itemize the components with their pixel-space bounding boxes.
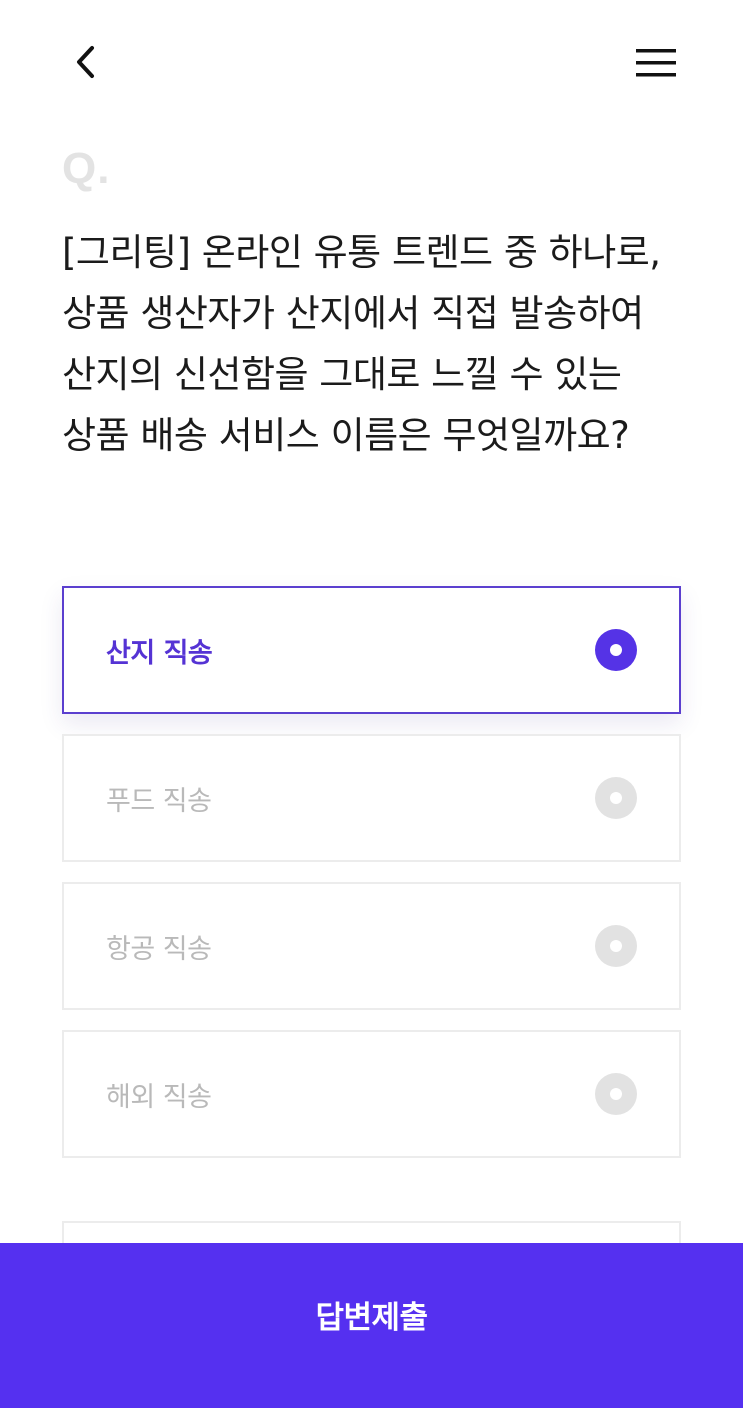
answer-option-3[interactable]: 항공 직송: [62, 882, 681, 1010]
option-label: 산지 직송: [106, 637, 213, 669]
option-label: 항공 직송: [106, 933, 212, 965]
option-label: 해외 직송: [106, 1081, 212, 1113]
back-button[interactable]: [62, 38, 110, 86]
chevron-left-icon: [77, 46, 94, 78]
answer-option-4[interactable]: 해외 직송: [62, 1030, 681, 1158]
radio-unselected-icon[interactable]: [595, 1073, 637, 1115]
radio-unselected-icon[interactable]: [595, 925, 637, 967]
menu-button[interactable]: [630, 40, 682, 86]
radio-selected-icon[interactable]: [595, 629, 637, 671]
answer-option-1[interactable]: 산지 직송: [62, 586, 681, 714]
answer-option-2[interactable]: 푸드 직송: [62, 734, 681, 862]
submit-label: 답변제출: [315, 1300, 428, 1336]
hamburger-menu-icon: [636, 49, 676, 77]
question-marker: Q.: [62, 144, 111, 193]
option-label: 푸드 직송: [106, 785, 212, 817]
answer-options: 산지 직송 푸드 직송 항공 직송 해외 직송: [62, 586, 681, 1178]
question-text: [그리팅] 온라인 유통 트렌드 중 하나로, 상품 생산자가 산지에서 직접 …: [62, 231, 661, 457]
submit-answer-button[interactable]: 답변제출: [0, 1243, 743, 1408]
top-bar: [0, 0, 743, 124]
radio-unselected-icon[interactable]: [595, 777, 637, 819]
